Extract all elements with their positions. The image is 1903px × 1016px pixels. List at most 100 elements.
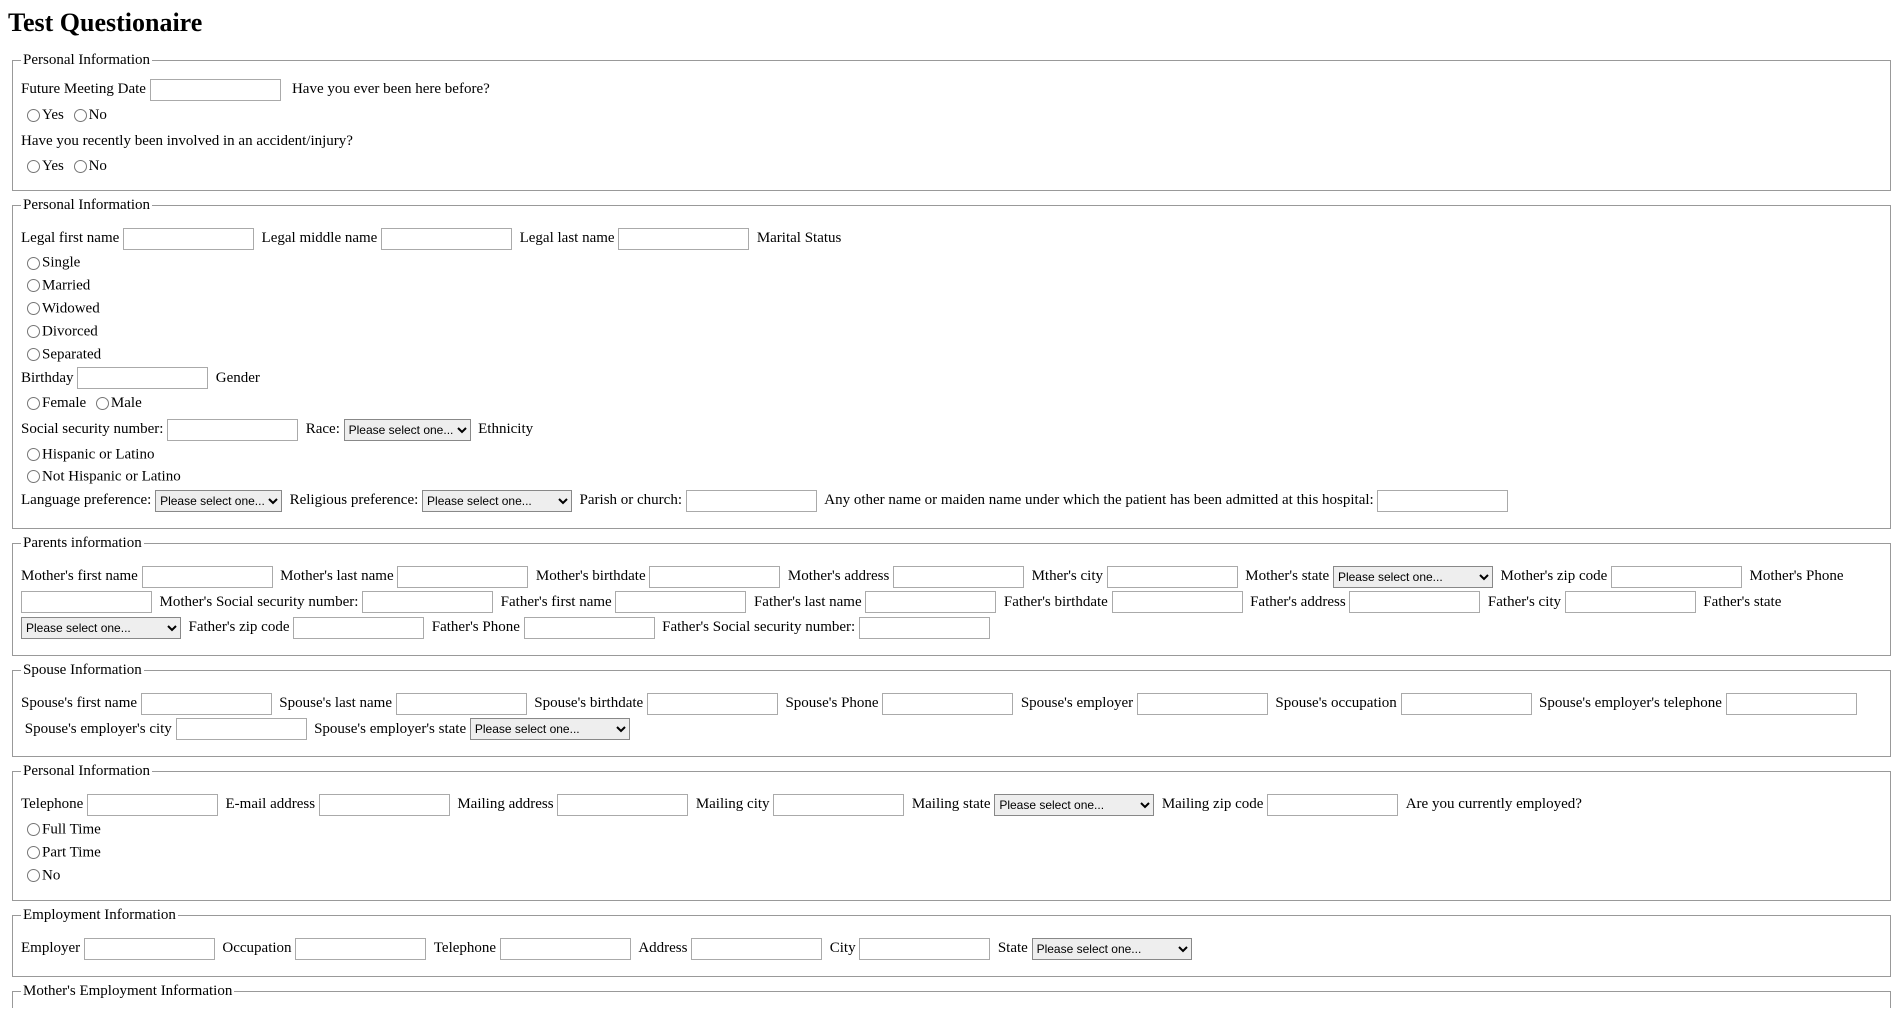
- input-f-zip[interactable]: [293, 617, 424, 639]
- radio-separated[interactable]: [27, 348, 40, 361]
- input-f-phone[interactable]: [524, 617, 655, 639]
- label-been-yes: Yes: [42, 107, 64, 123]
- radio-female[interactable]: [27, 397, 40, 410]
- label-f-phone: Father's Phone: [432, 619, 520, 635]
- input-f-birth[interactable]: [1112, 591, 1243, 613]
- input-birthday[interactable]: [77, 367, 208, 389]
- label-separated: Separated: [42, 346, 101, 362]
- radio-fulltime[interactable]: [27, 823, 40, 836]
- radio-acc-yes[interactable]: [27, 160, 40, 173]
- label-ssn: Social security number:: [21, 421, 163, 437]
- input-f-city[interactable]: [1565, 591, 1696, 613]
- radio-acc-no[interactable]: [74, 160, 87, 173]
- input-future-meeting-date[interactable]: [150, 79, 281, 101]
- input-first-name[interactable]: [123, 228, 254, 250]
- input-mail-zip[interactable]: [1267, 794, 1398, 816]
- input-tel[interactable]: [87, 794, 218, 816]
- select-race[interactable]: Please select one...: [344, 419, 471, 441]
- input-mail-city[interactable]: [773, 794, 904, 816]
- select-rel-pref[interactable]: Please select one...: [422, 490, 572, 512]
- label-m-state: Mother's state: [1245, 568, 1329, 584]
- label-m-last: Mother's last name: [280, 568, 394, 584]
- input-email[interactable]: [319, 794, 450, 816]
- input-f-ssn[interactable]: [859, 617, 990, 639]
- input-parish[interactable]: [686, 490, 817, 512]
- input-f-first[interactable]: [615, 591, 746, 613]
- input-s-emp-tel[interactable]: [1726, 693, 1857, 715]
- input-m-addr[interactable]: [893, 566, 1024, 588]
- input-emp-city[interactable]: [859, 938, 990, 960]
- fieldset-personal-2: Personal Information Legal first name Le…: [12, 197, 1891, 529]
- label-occupation: Occupation: [222, 940, 291, 956]
- input-employer[interactable]: [84, 938, 215, 960]
- legend-mother-employment: Mother's Employment Information: [21, 983, 234, 1000]
- input-m-city[interactable]: [1107, 566, 1238, 588]
- label-m-birth: Mother's birthdate: [536, 568, 646, 584]
- radio-male[interactable]: [96, 397, 109, 410]
- label-emp-city: City: [830, 940, 856, 956]
- select-m-state[interactable]: Please select one...: [1333, 566, 1493, 588]
- label-mail-addr: Mailing address: [457, 796, 553, 812]
- label-marital: Marital Status: [757, 230, 842, 246]
- input-occupation[interactable]: [295, 938, 426, 960]
- input-emp-addr[interactable]: [691, 938, 822, 960]
- input-ssn[interactable]: [167, 419, 298, 441]
- input-emp-tel[interactable]: [500, 938, 631, 960]
- input-s-last[interactable]: [396, 693, 527, 715]
- radio-parttime[interactable]: [27, 846, 40, 859]
- select-emp-state[interactable]: Please select one...: [1032, 938, 1192, 960]
- label-first-name: Legal first name: [21, 230, 119, 246]
- input-s-first[interactable]: [141, 693, 272, 715]
- input-f-last[interactable]: [865, 591, 996, 613]
- radio-been-yes[interactable]: [27, 109, 40, 122]
- legend-personal-3: Personal Information: [21, 763, 152, 780]
- input-middle-name[interactable]: [381, 228, 512, 250]
- input-other-name[interactable]: [1377, 490, 1508, 512]
- input-s-emp-city[interactable]: [176, 718, 307, 740]
- label-gender: Gender: [216, 370, 260, 386]
- select-lang-pref[interactable]: Please select one...: [155, 490, 282, 512]
- label-f-state: Father's state: [1703, 594, 1781, 610]
- label-email: E-mail address: [226, 796, 316, 812]
- input-m-phone[interactable]: [21, 591, 152, 613]
- label-accident: Have you recently been involved in an ac…: [21, 132, 353, 148]
- label-employed: Are you currently employed?: [1406, 796, 1582, 812]
- radio-single[interactable]: [27, 257, 40, 270]
- legend-spouse: Spouse Information: [21, 662, 144, 679]
- label-m-addr: Mother's address: [788, 568, 889, 584]
- select-mail-state[interactable]: Please select one...: [994, 794, 1154, 816]
- input-s-occ[interactable]: [1401, 693, 1532, 715]
- radio-emp-no[interactable]: [27, 869, 40, 882]
- select-s-emp-state[interactable]: Please select one...: [470, 718, 630, 740]
- label-f-ssn: Father's Social security number:: [662, 619, 855, 635]
- label-emp-addr: Address: [638, 940, 687, 956]
- radio-married[interactable]: [27, 279, 40, 292]
- input-mail-addr[interactable]: [557, 794, 688, 816]
- radio-not-hispanic[interactable]: [27, 470, 40, 483]
- label-widowed: Widowed: [42, 300, 100, 316]
- label-employer: Employer: [21, 940, 80, 956]
- label-mail-city: Mailing city: [696, 796, 770, 812]
- radio-hispanic[interactable]: [27, 448, 40, 461]
- input-s-birth[interactable]: [647, 693, 778, 715]
- radio-divorced[interactable]: [27, 325, 40, 338]
- input-m-first[interactable]: [142, 566, 273, 588]
- input-m-zip[interactable]: [1611, 566, 1742, 588]
- page-title: Test Questionaire: [8, 8, 1895, 38]
- label-s-first: Spouse's first name: [21, 695, 137, 711]
- label-m-ssn: Mother's Social security number:: [160, 594, 359, 610]
- label-hispanic: Hispanic or Latino: [42, 446, 154, 462]
- label-other-name: Any other name or maiden name under whic…: [824, 492, 1373, 508]
- label-emp-state: State: [998, 940, 1028, 956]
- input-s-phone[interactable]: [882, 693, 1013, 715]
- input-m-last[interactable]: [397, 566, 528, 588]
- select-f-state[interactable]: Please select one...: [21, 617, 181, 639]
- radio-widowed[interactable]: [27, 302, 40, 315]
- radio-been-no[interactable]: [74, 109, 87, 122]
- input-f-addr[interactable]: [1349, 591, 1480, 613]
- input-s-emp[interactable]: [1137, 693, 1268, 715]
- input-m-birth[interactable]: [649, 566, 780, 588]
- input-m-ssn[interactable]: [362, 591, 493, 613]
- label-mail-state: Mailing state: [912, 796, 991, 812]
- input-last-name[interactable]: [618, 228, 749, 250]
